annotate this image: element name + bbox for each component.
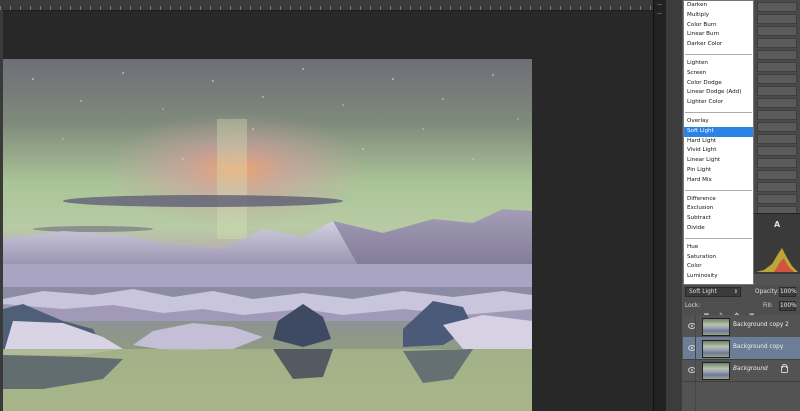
fill-field[interactable]: 100% xyxy=(779,301,797,311)
layer-name: Background copy 2 xyxy=(733,322,789,328)
blend-mode-item[interactable]: Lighten xyxy=(684,59,753,69)
swatch-row[interactable] xyxy=(757,194,797,204)
opacity-label: Opacity: xyxy=(755,289,779,295)
panel-collapse-strip[interactable] xyxy=(653,0,666,411)
layer-row[interactable]: Background copy 2 xyxy=(683,315,800,338)
swatch-row[interactable] xyxy=(757,110,797,120)
swatch-row[interactable] xyxy=(757,98,797,108)
blend-mode-item[interactable]: Overlay xyxy=(684,117,753,127)
blend-mode-item[interactable]: Saturation xyxy=(684,253,753,263)
histogram-panel: A xyxy=(754,213,800,274)
blend-mode-item[interactable]: Darker Color xyxy=(684,40,753,50)
panel-icon-column xyxy=(666,0,682,411)
swatch-row[interactable] xyxy=(757,74,797,84)
swatch-row[interactable] xyxy=(757,14,797,24)
histogram-graph xyxy=(756,248,798,272)
blend-mode-item[interactable]: Multiply xyxy=(684,11,753,21)
blend-mode-item[interactable]: Luminosity xyxy=(684,272,753,282)
layer-thumbnail xyxy=(702,340,730,358)
grip-icon[interactable] xyxy=(657,4,662,14)
layer-thumbnail xyxy=(702,318,730,336)
layers-list: Background copy 2 Background copy Backgr… xyxy=(683,315,800,411)
layer-name: Background copy xyxy=(733,344,784,350)
layer-row-selected[interactable]: Background copy xyxy=(683,337,800,360)
layers-controls: Soft Light ⇕ Opacity: 100% Lock: ▦ ✎ ✥ ▣… xyxy=(683,285,800,319)
swatches-panel xyxy=(754,0,800,240)
blend-mode-item[interactable]: Hard Light xyxy=(684,137,753,147)
aurora-landscape-photo xyxy=(3,59,532,411)
blend-mode-item[interactable]: Color Burn xyxy=(684,21,753,31)
fill-label: Fill: xyxy=(763,303,773,309)
swatch-row[interactable] xyxy=(757,50,797,60)
blend-mode-select-value: Soft Light xyxy=(689,289,717,295)
menu-separator xyxy=(685,237,752,239)
blend-mode-item[interactable]: Vivid Light xyxy=(684,146,753,156)
blend-mode-item[interactable]: Screen xyxy=(684,69,753,79)
menu-separator xyxy=(685,53,752,55)
layer-name: Background xyxy=(733,366,768,372)
blend-mode-item[interactable]: Color xyxy=(684,262,753,272)
blend-mode-item[interactable]: Darken xyxy=(684,1,753,11)
blend-mode-item[interactable]: Linear Dodge (Add) xyxy=(684,88,753,98)
blend-mode-item[interactable]: Subtract xyxy=(684,214,753,224)
document-image[interactable] xyxy=(3,59,532,411)
swatch-row[interactable] xyxy=(757,2,797,12)
lock-label: Lock: xyxy=(685,303,701,309)
blend-mode-dropdown-menu[interactable]: Darken Multiply Color Burn Linear Burn Darke… xyxy=(683,0,754,285)
swatch-row[interactable] xyxy=(757,26,797,36)
blend-mode-item[interactable]: Linear Burn xyxy=(684,30,753,40)
horizontal-ruler xyxy=(0,0,680,11)
blend-mode-item[interactable]: Lighter Color xyxy=(684,98,753,108)
blend-mode-item[interactable]: Hue xyxy=(684,243,753,253)
layer-row[interactable]: Background xyxy=(683,359,800,382)
lock-icon xyxy=(781,364,788,373)
layer-thumbnail xyxy=(702,362,730,380)
select-arrows-icon: ⇕ xyxy=(733,289,738,295)
blend-mode-item[interactable]: Divide xyxy=(684,224,753,234)
swatch-row[interactable] xyxy=(757,86,797,96)
blend-mode-item[interactable]: Exclusion xyxy=(684,204,753,214)
opacity-field[interactable]: 100% xyxy=(779,287,797,297)
blend-mode-list: Darken Multiply Color Burn Linear Burn Darke… xyxy=(684,1,753,282)
blend-mode-item[interactable]: Difference xyxy=(684,195,753,205)
swatch-row[interactable] xyxy=(757,122,797,132)
swatch-row[interactable] xyxy=(757,38,797,48)
swatch-row[interactable] xyxy=(757,146,797,156)
blend-mode-item[interactable]: Color Dodge xyxy=(684,79,753,89)
blend-mode-item[interactable]: Soft Light xyxy=(684,126,753,137)
blend-mode-item[interactable]: Hard Mix xyxy=(684,176,753,186)
swatch-row[interactable] xyxy=(757,62,797,72)
swatch-row[interactable] xyxy=(757,158,797,168)
swatch-row[interactable] xyxy=(757,170,797,180)
swatch-row[interactable] xyxy=(757,182,797,192)
divider xyxy=(695,315,696,411)
swatch-row[interactable] xyxy=(757,134,797,144)
blend-mode-select[interactable]: Soft Light ⇕ xyxy=(685,287,741,297)
blend-mode-item[interactable]: Linear Light xyxy=(684,156,753,166)
menu-separator xyxy=(685,189,752,191)
blend-mode-item[interactable]: Pin Light xyxy=(684,166,753,176)
menu-separator xyxy=(685,111,752,113)
